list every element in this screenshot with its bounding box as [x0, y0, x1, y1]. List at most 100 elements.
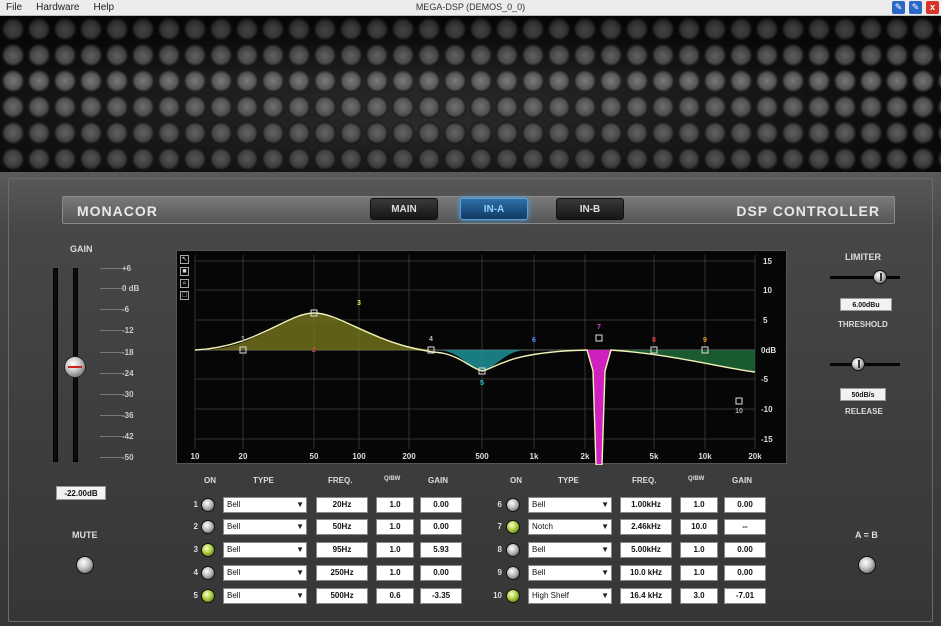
band-7-type-select[interactable]: Notch ▼	[528, 519, 612, 535]
band-2-gain[interactable]: 0.00	[420, 519, 462, 535]
chevron-down-icon: ▼	[296, 591, 304, 600]
tab-in-b[interactable]: IN-B	[556, 198, 624, 220]
release-slider-track[interactable]	[830, 363, 900, 366]
col-q: Q/BW	[688, 476, 705, 482]
band-1-on-toggle[interactable]	[201, 498, 215, 512]
band-6-freq[interactable]: 1.00kHz	[620, 497, 672, 513]
band-10-handle[interactable]	[735, 397, 743, 405]
release-slider-knob[interactable]	[851, 357, 865, 371]
band-9-q[interactable]: 1.0	[680, 565, 718, 581]
band-4-on-toggle[interactable]	[201, 566, 215, 580]
band-3-freq[interactable]: 95Hz	[316, 542, 368, 558]
band-3-gain[interactable]: 5.93	[420, 542, 462, 558]
band-1-q[interactable]: 1.0	[376, 497, 414, 513]
band-7-handle[interactable]	[595, 334, 603, 342]
band-8-q[interactable]: 1.0	[680, 542, 718, 558]
y-tick-label: 10	[763, 286, 772, 295]
band-5-on-toggle[interactable]	[201, 589, 215, 603]
reset-tool-icon[interactable]: □	[180, 291, 189, 300]
band-4-gain[interactable]: 0.00	[420, 565, 462, 581]
eq-graph-svg: 1 2 3 4 5 6 7 8 9 10 10 20 50 100 200 50…	[191, 255, 776, 465]
minimize-button[interactable]: ✎	[892, 1, 905, 14]
col-gain: GAIN	[428, 476, 448, 485]
band-10-on-toggle[interactable]	[506, 589, 520, 603]
pointer-tool-icon[interactable]: ↖	[180, 255, 189, 264]
band-4-q[interactable]: 1.0	[376, 565, 414, 581]
scale-label: -12	[122, 326, 134, 335]
band-10-freq[interactable]: 16.4 kHz	[620, 588, 672, 604]
band-7-freq[interactable]: 2.46kHz	[620, 519, 672, 535]
chevron-down-icon: ▼	[296, 522, 304, 531]
chevron-down-icon: ▼	[601, 522, 609, 531]
band-5-freq[interactable]: 500Hz	[316, 588, 368, 604]
threshold-slider-track[interactable]	[830, 276, 900, 279]
band-type: Bell	[532, 545, 546, 554]
band-type: Bell	[227, 500, 241, 509]
mute-button[interactable]	[76, 556, 94, 574]
scale-tick	[100, 330, 122, 331]
scale-label: -36	[122, 411, 134, 420]
band-6-q[interactable]: 1.0	[680, 497, 718, 513]
threshold-value: 6.00dBu	[840, 298, 892, 311]
band-4-type-select[interactable]: Bell ▼	[223, 565, 307, 581]
band-type: Notch	[532, 522, 553, 531]
band-8-type-select[interactable]: Bell ▼	[528, 542, 612, 558]
band-10-gain[interactable]: -7.01	[724, 588, 766, 604]
band-3-q[interactable]: 1.0	[376, 542, 414, 558]
y-tick-label: 5	[763, 316, 768, 325]
band-7-on-toggle[interactable]	[506, 520, 520, 534]
threshold-slider-knob[interactable]	[873, 270, 887, 284]
chevron-down-icon: ▼	[601, 545, 609, 554]
scale-tick	[100, 309, 122, 310]
band-3-type-select[interactable]: Bell ▼	[223, 542, 307, 558]
band-1-freq[interactable]: 20Hz	[316, 497, 368, 513]
band-8-freq[interactable]: 5.00kHz	[620, 542, 672, 558]
band-6-on-toggle[interactable]	[506, 498, 520, 512]
band-9-on-toggle[interactable]	[506, 566, 520, 580]
tab-in-a[interactable]: IN-A	[460, 198, 528, 220]
gain-fader-knob[interactable]	[64, 356, 86, 378]
band-4-freq[interactable]: 250Hz	[316, 565, 368, 581]
band-8-on-toggle[interactable]	[506, 543, 520, 557]
tab-main[interactable]: MAIN	[370, 198, 438, 220]
band-6-type-select[interactable]: Bell ▼	[528, 497, 612, 513]
y-tick-label: -5	[761, 375, 769, 384]
band-5-gain[interactable]: -3.35	[420, 588, 462, 604]
band-type: Bell	[227, 568, 241, 577]
close-button[interactable]: x	[926, 1, 939, 14]
band-number: 5	[480, 380, 484, 387]
band-number: 7	[497, 522, 502, 531]
band-8-gain[interactable]: 0.00	[724, 542, 766, 558]
band-2-freq[interactable]: 50Hz	[316, 519, 368, 535]
band-2-on-toggle[interactable]	[201, 520, 215, 534]
zoom-tool-icon[interactable]: ⌕	[180, 279, 189, 288]
band-10-q[interactable]: 3.0	[680, 588, 718, 604]
band-7-q[interactable]: 10.0	[680, 519, 718, 535]
eq-response-graph[interactable]: 1 2 3 4 5 6 7 8 9 10 10 20 50 100 200 50…	[176, 250, 787, 465]
band-6-gain[interactable]: 0.00	[724, 497, 766, 513]
camera-tool-icon[interactable]: ■	[180, 267, 189, 276]
band-7-gain[interactable]: --	[724, 519, 766, 535]
band-type: High Shelf	[532, 591, 569, 600]
chevron-down-icon: ▼	[601, 500, 609, 509]
x-tick-label: 500	[475, 452, 489, 461]
band-9-gain[interactable]: 0.00	[724, 565, 766, 581]
band-1-gain[interactable]: 0.00	[420, 497, 462, 513]
band-5-type-select[interactable]: Bell ▼	[223, 588, 307, 604]
band-number: 2	[193, 522, 198, 531]
band-5-q[interactable]: 0.6	[376, 588, 414, 604]
x-tick-label: 50	[310, 452, 319, 461]
chevron-down-icon: ▼	[601, 568, 609, 577]
band-2-type-select[interactable]: Bell ▼	[223, 519, 307, 535]
band-2-q[interactable]: 1.0	[376, 519, 414, 535]
maximize-button[interactable]: ✎	[909, 1, 922, 14]
band-1-type-select[interactable]: Bell ▼	[223, 497, 307, 513]
scale-label: -30	[122, 390, 134, 399]
band-9-type-select[interactable]: Bell ▼	[528, 565, 612, 581]
gain-scale: +6 0 dB -6 -12 -18 -24 -30 -36 -42 -50	[100, 264, 150, 464]
band-10-type-select[interactable]: High Shelf ▼	[528, 588, 612, 604]
a-equals-b-button[interactable]	[858, 556, 876, 574]
band-3-on-toggle[interactable]	[201, 543, 215, 557]
band-9-freq[interactable]: 10.0 kHz	[620, 565, 672, 581]
x-tick-label: 1k	[530, 452, 539, 461]
